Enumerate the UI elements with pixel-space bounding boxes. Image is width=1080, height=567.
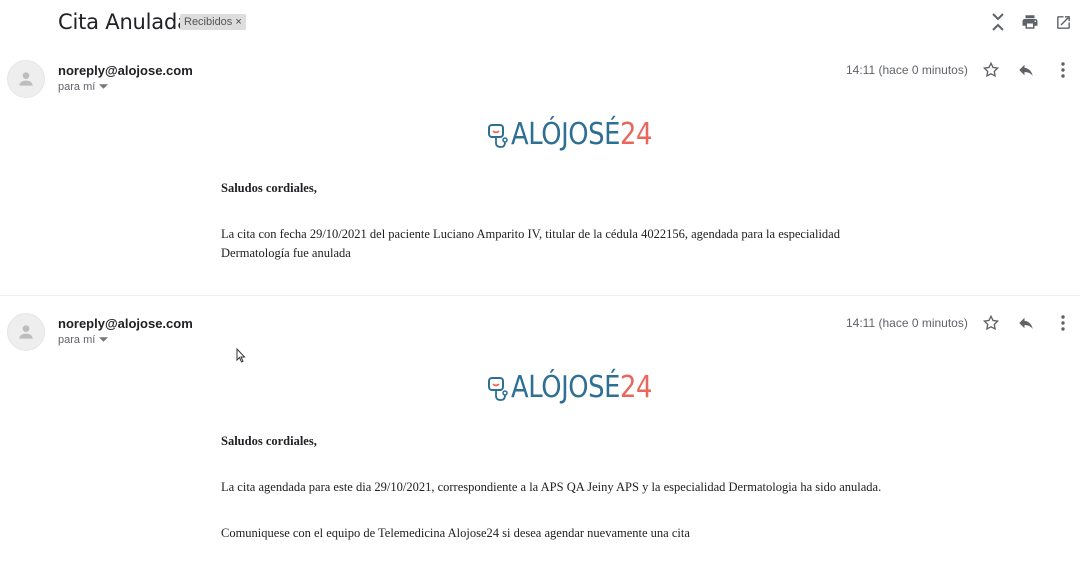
expand-collapse-icon[interactable] [987,11,1009,33]
email-subject: Cita Anulada [58,10,190,34]
body-paragraph: Comuniquese con el equipo de Telemedicin… [221,526,690,540]
alojose24-logo: ALÓJOSÉ24 [487,370,675,405]
body-paragraph-line: La cita con fecha 29/10/2021 del pacient… [221,227,840,241]
more-options-icon[interactable] [1052,59,1074,81]
greeting-text: Saludos cordiales, [221,181,317,195]
label-chip-text: Recibidos [184,16,233,28]
mouse-cursor-icon [236,347,246,368]
body-paragraph-line: Dermatología fue anulada [221,246,351,260]
caret-down-icon [99,337,109,342]
recipient-label: para mí [58,81,96,93]
message-time: 14:11 (hace 0 minutos) [846,63,968,77]
logo-text-main: ALÓJOSÉ [511,370,621,405]
person-icon [19,72,33,86]
logo-text-main: ALÓJOSÉ [511,117,621,152]
star-icon[interactable] [980,59,1002,81]
logo-text-number: 24 [620,370,652,405]
sender-avatar[interactable] [7,313,45,351]
caret-down-icon [99,84,109,89]
recipient-label: para mí [58,334,96,346]
greeting-text: Saludos cordiales, [221,434,317,448]
recipient-dropdown[interactable]: para mí [58,334,109,346]
person-icon [19,325,33,339]
more-options-icon[interactable] [1052,312,1074,334]
star-icon[interactable] [980,312,1002,334]
remove-label-icon[interactable]: × [235,14,241,30]
stethoscope-logo-icon [488,376,508,401]
body-paragraph: La cita agendada para este dia 29/10/202… [221,480,882,494]
message-time: 14:11 (hace 0 minutos) [846,316,968,330]
stethoscope-logo-icon [488,123,508,148]
sender-name[interactable]: noreply@alojose.com [58,63,193,78]
print-icon[interactable] [1019,11,1041,33]
label-chip-recibidos[interactable]: Recibidos × [180,14,246,30]
sender-name[interactable]: noreply@alojose.com [58,316,193,331]
sender-avatar[interactable] [7,60,45,98]
message-divider [0,295,1080,296]
reply-icon[interactable] [1015,312,1037,334]
recipient-dropdown[interactable]: para mí [58,81,109,93]
reply-icon[interactable] [1015,59,1037,81]
logo-text-number: 24 [620,117,652,152]
open-new-window-icon[interactable] [1052,11,1074,33]
alojose24-logo: ALÓJOSÉ24 [487,117,675,152]
